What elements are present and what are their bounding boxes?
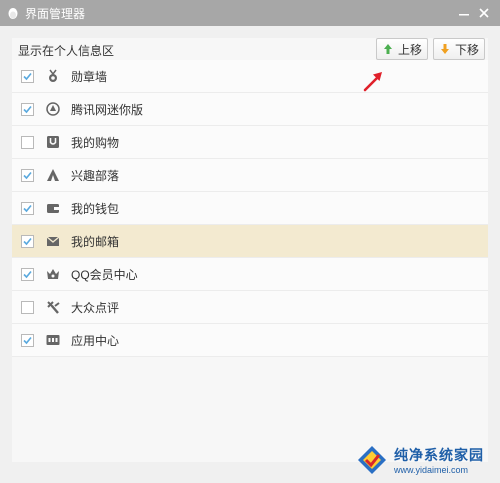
interface-manager-panel: 显示在个人信息区 上移 下移 勋章墙 腾讯网迷你版 我的购物 兴趣部落 我的钱包… [12,38,488,462]
checkmark-icon [23,336,32,344]
module-list: 勋章墙 腾讯网迷你版 我的购物 兴趣部落 我的钱包 我的邮箱 QQ会员中心 大众… [12,60,488,357]
checkmark-icon [23,171,32,179]
watermark-url: www.yidaimei.com [394,465,469,475]
checkmark-icon [23,105,32,113]
list-item-interest-tribe[interactable]: 兴趣部落 [12,159,488,192]
arrow-up-icon [383,44,392,54]
checkbox[interactable] [21,267,34,281]
qq-penguin-icon [8,8,18,19]
move-up-button[interactable]: 上移 [376,38,428,60]
dianping-icon [45,299,61,315]
list-item-label: 兴趣部落 [71,168,120,183]
list-item-label: QQ会员中心 [71,267,138,282]
list-item-label: 我的购物 [71,135,120,150]
list-item-label: 我的邮箱 [71,234,120,249]
move-up-label: 上移 [397,42,422,57]
section-label: 显示在个人信息区 [18,44,115,58]
list-item-app-center[interactable]: 应用中心 [12,324,488,357]
vip-crown-icon [45,266,61,282]
checkbox[interactable] [21,135,34,149]
arrow-down-icon [440,44,449,54]
list-item-medal-wall[interactable]: 勋章墙 [12,60,488,93]
list-item-label: 我的钱包 [71,201,120,216]
list-item-label: 应用中心 [71,333,120,348]
checkbox[interactable] [21,234,34,248]
site-logo-icon [358,446,386,474]
minimize-button[interactable] [456,5,472,21]
watermark-title: 纯净系统家园 [394,447,484,463]
close-icon [479,8,489,18]
checkbox[interactable] [21,333,34,347]
list-item-label: 腾讯网迷你版 [71,102,144,117]
mail-icon [45,233,61,249]
list-item-label: 勋章墙 [71,69,108,84]
list-item-dianping[interactable]: 大众点评 [12,291,488,324]
list-item-my-wallet[interactable]: 我的钱包 [12,192,488,225]
site-watermark: 纯净系统家园 www.yidaimei.com [356,440,496,480]
red-arrow-annotation-icon [363,72,382,92]
shopping-bag-icon [45,134,61,150]
minimize-icon [459,14,469,16]
checkmark-icon [23,72,32,80]
checkmark-icon [23,237,32,245]
title-bar: 界面管理器 [0,0,500,26]
tencent-news-icon [45,101,61,117]
checkbox[interactable] [21,168,34,182]
list-item-my-mailbox[interactable]: 我的邮箱 [12,225,488,258]
checkbox[interactable] [21,300,34,314]
window-title: 界面管理器 [25,6,86,21]
window-body: 显示在个人信息区 上移 下移 勋章墙 腾讯网迷你版 我的购物 兴趣部落 我的钱包… [0,26,500,483]
list-item-tencent-mini[interactable]: 腾讯网迷你版 [12,93,488,126]
checkbox[interactable] [21,201,34,215]
close-button[interactable] [476,5,492,21]
medal-icon [45,68,61,84]
checkbox[interactable] [21,69,34,83]
wallet-icon [45,200,61,216]
move-down-button[interactable]: 下移 [433,38,485,60]
checkmark-icon [23,270,32,278]
list-item-qq-vip-center[interactable]: QQ会员中心 [12,258,488,291]
tribe-tent-icon [45,167,61,183]
checkbox[interactable] [21,102,34,116]
app-center-icon [45,332,61,348]
list-item-label: 大众点评 [71,300,120,315]
list-item-my-shopping[interactable]: 我的购物 [12,126,488,159]
checkmark-icon [23,204,32,212]
move-down-label: 下移 [454,42,479,57]
